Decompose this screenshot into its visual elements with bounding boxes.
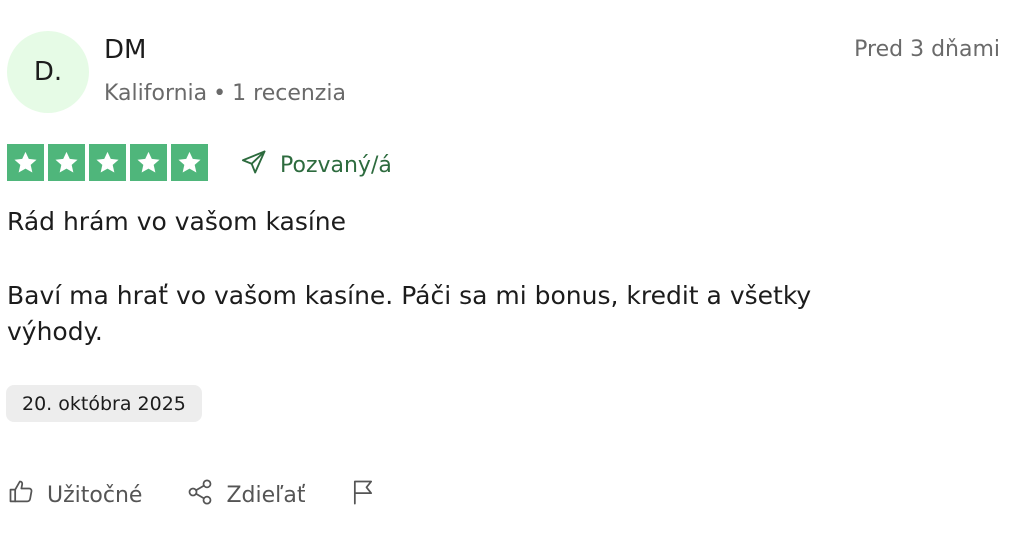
star-icon bbox=[48, 144, 85, 181]
review-date: 20. októbra 2025 bbox=[6, 385, 202, 422]
helpful-label: Užitočné bbox=[47, 482, 143, 508]
meta-separator: • bbox=[213, 81, 227, 106]
send-icon bbox=[240, 148, 268, 184]
reviewer-location: Kalifornia bbox=[104, 81, 208, 106]
star-icon bbox=[130, 144, 167, 181]
avatar: D. bbox=[7, 31, 89, 113]
star-icon bbox=[89, 144, 126, 181]
invited-badge[interactable]: Pozvaný/á bbox=[240, 148, 392, 184]
review-actions: Užitočné Zdieľať bbox=[7, 478, 377, 512]
share-button[interactable]: Zdieľať bbox=[186, 478, 305, 512]
star-icon bbox=[7, 144, 44, 181]
review-body: Baví ma hrať vo vašom kasíne. Páči sa mi… bbox=[7, 281, 812, 346]
star-rating bbox=[7, 144, 208, 181]
flag-icon bbox=[349, 478, 377, 512]
invited-label: Pozvaný/á bbox=[280, 153, 392, 178]
share-icon bbox=[186, 478, 214, 512]
reviewer-review-count: 1 recenzia bbox=[232, 81, 346, 106]
share-label: Zdieľať bbox=[226, 482, 306, 508]
avatar-initials: D. bbox=[33, 57, 63, 87]
star-icon bbox=[171, 144, 208, 181]
thumbs-up-icon bbox=[7, 478, 35, 512]
helpful-button[interactable]: Užitočné bbox=[7, 478, 142, 512]
reviewer-meta: Kalifornia • 1 recenzia bbox=[104, 80, 346, 108]
report-button[interactable] bbox=[349, 478, 377, 512]
review-title: Rád hrám vo vašom kasíne bbox=[7, 207, 347, 236]
review-card: D. DM Kalifornia • 1 recenzia Pred 3 dňami bbox=[0, 0, 1024, 549]
reviewer-name[interactable]: DM bbox=[104, 34, 146, 66]
review-age: Pred 3 dňami bbox=[854, 37, 1000, 62]
